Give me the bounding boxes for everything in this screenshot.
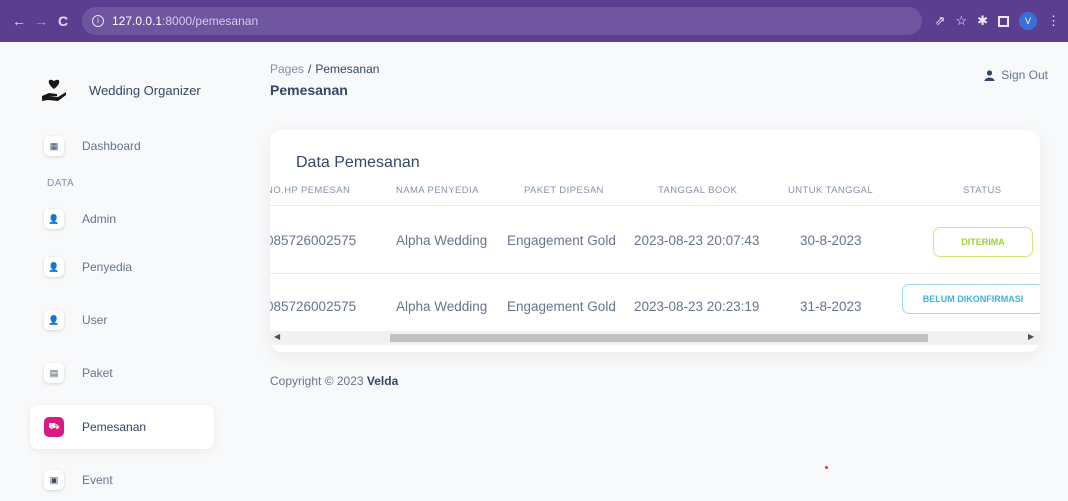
- orders-card: Data Pemesanan NO.HP PEMESAN NAMA PENYED…: [270, 130, 1040, 352]
- sidebar-item-label: Dashboard: [82, 139, 141, 153]
- cursor-dot: [825, 466, 828, 469]
- cell-for-date: 30-8-2023: [800, 233, 862, 248]
- users-icon: 👤: [44, 257, 64, 277]
- status-badge: DITERIMA: [933, 227, 1033, 257]
- brand[interactable]: Wedding Organizer: [40, 76, 201, 104]
- scroll-right-icon[interactable]: ▶: [1028, 332, 1034, 341]
- sidebar-item-label: Paket: [82, 366, 113, 380]
- heart-hand-icon: [42, 79, 66, 101]
- table-header: NO.HP PEMESAN NAMA PENYEDIA PAKET DIPESA…: [270, 185, 1040, 205]
- share-icon[interactable]: ⇗: [935, 13, 946, 29]
- url-host: 127.0.0.1: [112, 14, 163, 28]
- browser-toolbar: ← → C i 127.0.0.1:8000/pemesanan ⇗ ☆ ✱ V…: [0, 0, 1068, 42]
- cell-booked: 2023-08-23 20:07:43: [634, 233, 760, 248]
- footer: Copyright © 2023 Velda: [270, 374, 398, 388]
- brand-name: Wedding Organizer: [89, 82, 201, 98]
- cell-booked: 2023-08-23 20:23:19: [634, 299, 760, 314]
- cart-icon: ⛟: [44, 417, 64, 437]
- cell-package: Engagement Gold: [507, 299, 616, 314]
- sign-out-button[interactable]: Sign Out: [984, 68, 1048, 82]
- sidebar-item-label: Penyedia: [82, 260, 133, 274]
- cell-phone: 085726002575: [270, 299, 357, 314]
- forward-icon[interactable]: →: [30, 13, 52, 29]
- users-icon: 👤: [44, 209, 64, 229]
- cell-package: Engagement Gold: [507, 233, 616, 248]
- sign-out-label: Sign Out: [1001, 68, 1048, 82]
- column-header: STATUS: [963, 185, 1002, 196]
- store-icon: ▦: [44, 136, 64, 156]
- scrollbar-thumb[interactable]: [390, 334, 928, 342]
- scroll-left-icon[interactable]: ◀: [274, 332, 280, 341]
- breadcrumb: Pages / Pemesanan: [270, 62, 379, 76]
- sidebar-item-label: User: [82, 313, 108, 327]
- status-badge: BELUM DIKONFIRMASI: [902, 284, 1040, 314]
- horizontal-scrollbar[interactable]: ◀ ▶: [270, 331, 1040, 345]
- calendar-icon: ▣: [44, 470, 64, 490]
- cell-for-date: 31-8-2023: [800, 299, 862, 314]
- breadcrumb-separator: /: [308, 62, 312, 76]
- sidebar-item-pemesanan[interactable]: ⛟ Pemesanan: [30, 405, 214, 449]
- user-icon: [984, 69, 995, 81]
- copyright-author[interactable]: Velda: [367, 374, 398, 388]
- column-header: TANGGAL BOOK: [658, 185, 738, 196]
- sidebar-item-label: Pemesanan: [82, 420, 147, 434]
- column-header: NAMA PENYEDIA: [396, 185, 479, 196]
- card-title: Data Pemesanan: [296, 154, 420, 171]
- page-title: Pemesanan: [270, 82, 348, 98]
- url-path: :8000/pemesanan: [162, 14, 259, 28]
- sidebar-item-event[interactable]: ▣ Event: [30, 458, 214, 501]
- breadcrumb-current: Pemesanan: [315, 62, 380, 76]
- sidebar-item-user[interactable]: 👤 User: [30, 298, 214, 342]
- cell-provider: Alpha Wedding: [396, 299, 488, 314]
- address-bar[interactable]: i 127.0.0.1:8000/pemesanan: [82, 7, 922, 35]
- back-icon[interactable]: ←: [8, 13, 30, 29]
- sidebar-section-label: DATA: [47, 178, 75, 189]
- sidebar-item-label: Event: [82, 473, 113, 487]
- sidebar-item-dashboard[interactable]: ▦ Dashboard: [30, 124, 214, 168]
- copyright-text: Copyright © 2023: [270, 374, 367, 388]
- table-row: 085726002575 Alpha Wedding Engagement Go…: [270, 205, 1040, 273]
- info-icon[interactable]: i: [92, 15, 104, 27]
- users-icon: 👤: [44, 310, 64, 330]
- reload-icon[interactable]: C: [52, 13, 74, 29]
- column-header: PAKET DIPESAN: [524, 185, 604, 196]
- cell-provider: Alpha Wedding: [396, 233, 488, 248]
- column-header: UNTUK TANGGAL: [788, 185, 874, 196]
- profile-avatar[interactable]: V: [1019, 12, 1037, 30]
- column-header: NO.HP PEMESAN: [270, 185, 351, 196]
- sidebar-item-paket[interactable]: ▤ Paket: [30, 351, 214, 395]
- box-icon: ▤: [44, 363, 64, 383]
- sidepanel-icon[interactable]: [998, 15, 1009, 27]
- sidebar-item-label: Admin: [82, 212, 117, 226]
- cell-phone: 085726002575: [270, 233, 357, 248]
- sidebar-item-penyedia[interactable]: 👤 Penyedia: [30, 245, 214, 289]
- breadcrumb-root[interactable]: Pages: [270, 62, 304, 76]
- sidebar-item-admin[interactable]: 👤 Admin: [30, 197, 214, 241]
- menu-kebab-icon[interactable]: ⋮: [1047, 13, 1060, 29]
- extensions-icon[interactable]: ✱: [977, 13, 988, 29]
- bookmark-star-icon[interactable]: ☆: [955, 13, 967, 29]
